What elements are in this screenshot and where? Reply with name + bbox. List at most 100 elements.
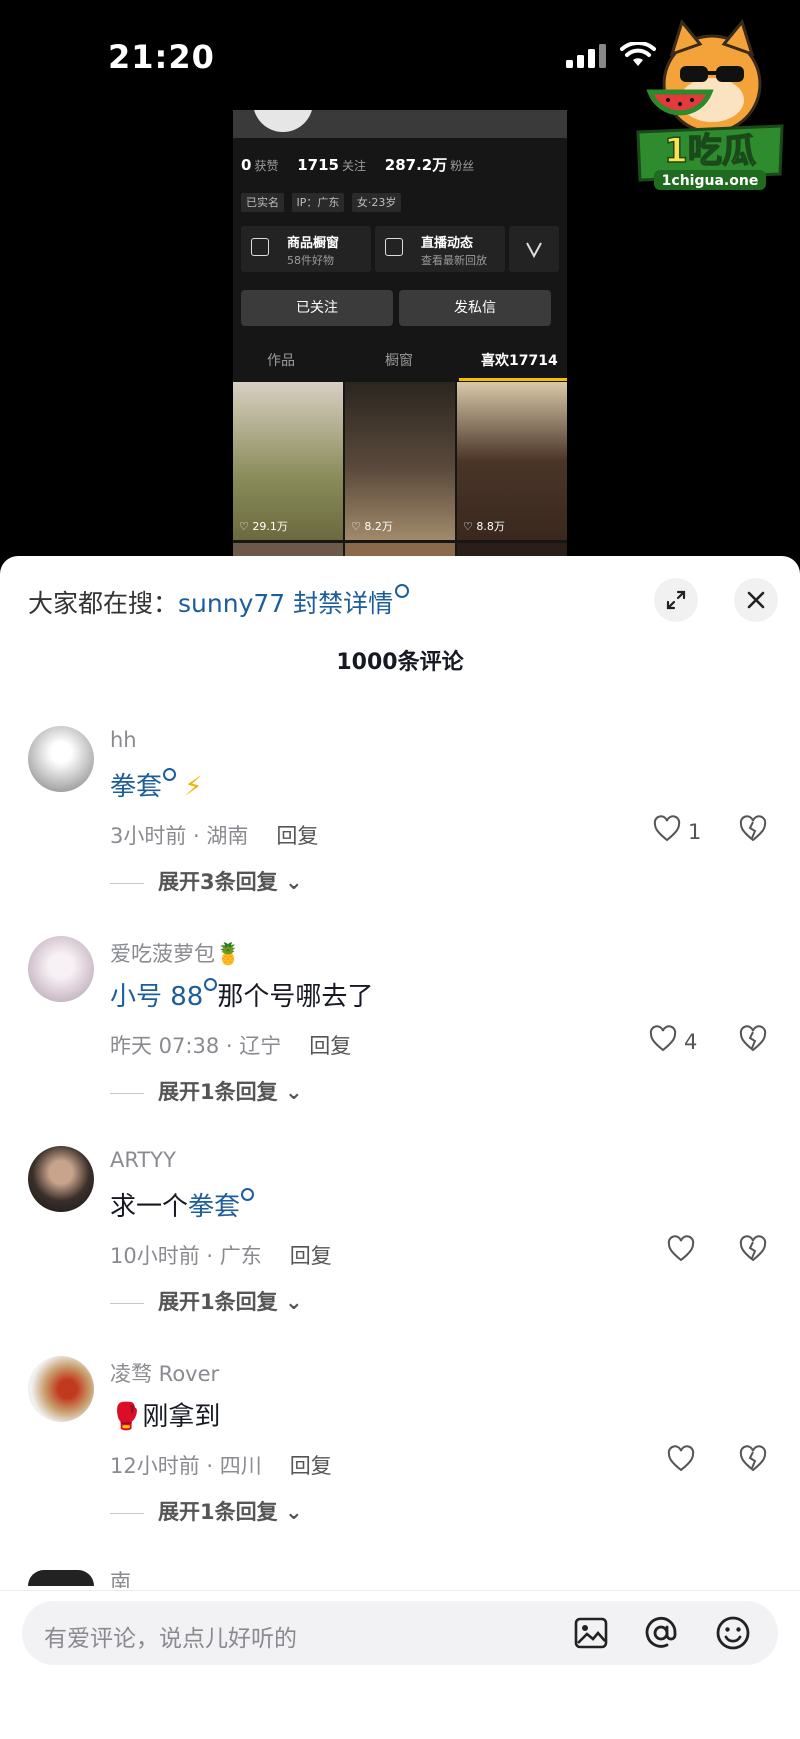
dislike-icon[interactable] (738, 814, 768, 844)
like-icon[interactable] (648, 1024, 678, 1054)
expand-replies-label: 展开1条回复 (158, 1500, 278, 1524)
comment-meta: 12小时前 · 四川 回复 (110, 1450, 332, 1480)
expand-replies-button[interactable]: 展开1条回复 ⌄ (110, 1076, 303, 1106)
reply-button[interactable]: 回复 (290, 1454, 332, 1478)
comment-text: 求一个拳套 (110, 1186, 255, 1223)
trending-search[interactable]: 大家都在搜：sunny77 封禁详情 (28, 584, 410, 620)
expand-replies-label: 展开1条回复 (158, 1080, 278, 1104)
play-icon (385, 238, 403, 256)
search-icon (204, 978, 218, 991)
divider (110, 1092, 144, 1094)
stat-value: 1715 (297, 156, 339, 174)
reply-button[interactable]: 回复 (309, 1034, 351, 1058)
avatar[interactable] (28, 726, 94, 792)
comment-input-placeholder: 有爱评论，说点儿好听的 (44, 1626, 297, 1652)
stat-value: 0 (241, 156, 252, 174)
comment-username[interactable]: 凌骛 Rover (110, 1358, 219, 1388)
like-count: 4 (684, 1030, 698, 1054)
tab-likes: 喜欢17714 (481, 353, 558, 369)
search-icon (241, 1188, 255, 1201)
tab-indicator (459, 378, 567, 381)
expand-replies-label: 展开1条回复 (158, 1290, 278, 1314)
followed-button: 已关注 (241, 290, 393, 326)
verify-badge-card (509, 226, 559, 272)
shop-window-card: 商品橱窗 58件好物 (241, 226, 371, 272)
avatar[interactable] (28, 1570, 94, 1586)
comment-keyword-link[interactable]: 拳套 (188, 1192, 240, 1222)
photo-like-count: ♡ 8.8万 (463, 520, 505, 533)
card-title: 直播动态 (421, 236, 474, 251)
comment-keyword-link[interactable]: 拳套 (110, 772, 162, 802)
comment-input-bar: 有爱评论，说点儿好听的 (0, 1590, 800, 1739)
watermark-url: 1chigua.one (662, 173, 759, 189)
comment-item: 爱吃菠萝包🍍 小号 88 那个号哪去了 昨天 07:38 · 辽宁 回复 4 展开1… (0, 936, 800, 1136)
close-button[interactable] (734, 578, 778, 622)
expand-icon (666, 590, 686, 610)
reply-button[interactable]: 回复 (290, 1244, 332, 1268)
live-dynamics-card: 直播动态 查看最新回放 (375, 226, 505, 272)
tag-verified: 已实名 (241, 193, 284, 212)
search-prefix: 大家都在搜： (28, 589, 179, 618)
like-count: 1 (688, 820, 702, 844)
comment-body: 那个号哪去了 (217, 982, 374, 1012)
avatar[interactable] (28, 1146, 94, 1212)
card-subtitle: 58件好物 (287, 254, 334, 267)
tab-shop: 橱窗 (385, 353, 413, 369)
comment-item: ARTYY 求一个拳套 10小时前 · 广东 回复 展开1条回复 ⌄ (0, 1146, 800, 1346)
comment-time-location: 昨天 07:38 · 辽宁 (110, 1034, 282, 1058)
search-icon (395, 584, 410, 598)
liked-photo: ♡ 8.2万 (345, 382, 455, 540)
stat-label: 获赞 (254, 159, 279, 173)
close-icon (747, 591, 765, 609)
comment-sheet: 大家都在搜：sunny77 封禁详情 1000条评论 hh 拳套 ⚡ 3小时前 … (0, 556, 800, 1739)
profile-stats: 0 获赞 1715 关注 287.2万 粉丝 (241, 154, 488, 175)
profile-tabs: 作品 橱窗 喜欢17714 (233, 350, 567, 380)
chevron-down-icon: ⌄ (284, 1290, 303, 1314)
comment-body: 🥊刚拿到 (110, 1402, 221, 1432)
comment-text: 拳套 ⚡ (110, 766, 203, 803)
like-icon[interactable] (666, 1444, 696, 1474)
profile-tags: 已实名 IP：广东 女·23岁 (241, 193, 405, 212)
mention-icon[interactable] (642, 1614, 680, 1652)
liked-photo: ♡ 8.8万 (457, 382, 567, 540)
avatar[interactable] (28, 936, 94, 1002)
photo-like-count: ♡ 29.1万 (239, 520, 288, 533)
cellular-signal-icon (566, 44, 606, 68)
comment-username[interactable]: ARTYY (110, 1148, 176, 1172)
profile-header-bar (233, 110, 567, 138)
profile-avatar (253, 110, 313, 132)
expand-replies-button[interactable]: 展开1条回复 ⌄ (110, 1496, 303, 1526)
liked-photo: ♡ 29.1万 (233, 382, 343, 540)
expand-replies-button[interactable]: 展开3条回复 ⌄ (110, 866, 303, 896)
reply-button[interactable]: 回复 (276, 824, 318, 848)
like-icon[interactable] (652, 814, 682, 844)
like-icon[interactable] (666, 1234, 696, 1264)
search-keyword-link[interactable]: sunny77 封禁详情 (178, 589, 393, 618)
stat-label: 关注 (341, 159, 366, 173)
comment-item: hh 拳套 ⚡ 3小时前 · 湖南 回复 1 展开3条回复 ⌄ (0, 726, 800, 926)
comment-time-location: 3小时前 · 湖南 (110, 824, 249, 848)
chevron-down-icon: ⌄ (284, 870, 303, 894)
message-button: 发私信 (399, 290, 551, 326)
dislike-icon[interactable] (738, 1024, 768, 1054)
expand-button[interactable] (654, 578, 698, 622)
comment-count: 1000条评论 (336, 650, 464, 675)
divider (110, 1512, 144, 1514)
comment-time-location: 12小时前 · 四川 (110, 1454, 262, 1478)
comment-input[interactable]: 有爱评论，说点儿好听的 (22, 1601, 778, 1665)
expand-replies-button[interactable]: 展开1条回复 ⌄ (110, 1286, 303, 1316)
comment-username[interactable]: 爱吃菠萝包🍍 (110, 938, 241, 968)
dislike-icon[interactable] (738, 1444, 768, 1474)
divider (110, 882, 144, 884)
comment-username[interactable]: hh (110, 728, 137, 752)
card-subtitle: 查看最新回放 (421, 254, 487, 267)
avatar[interactable] (28, 1356, 94, 1422)
comment-username[interactable]: 南毅 (110, 1566, 131, 1588)
emoji-icon[interactable] (714, 1614, 752, 1652)
v-badge-icon (526, 242, 542, 259)
image-icon[interactable] (572, 1614, 610, 1652)
comment-keyword-link[interactable]: 小号 88 (110, 982, 203, 1012)
tab-works: 作品 (267, 353, 295, 369)
dislike-icon[interactable] (738, 1234, 768, 1264)
comment-meta: 10小时前 · 广东 回复 (110, 1240, 332, 1270)
